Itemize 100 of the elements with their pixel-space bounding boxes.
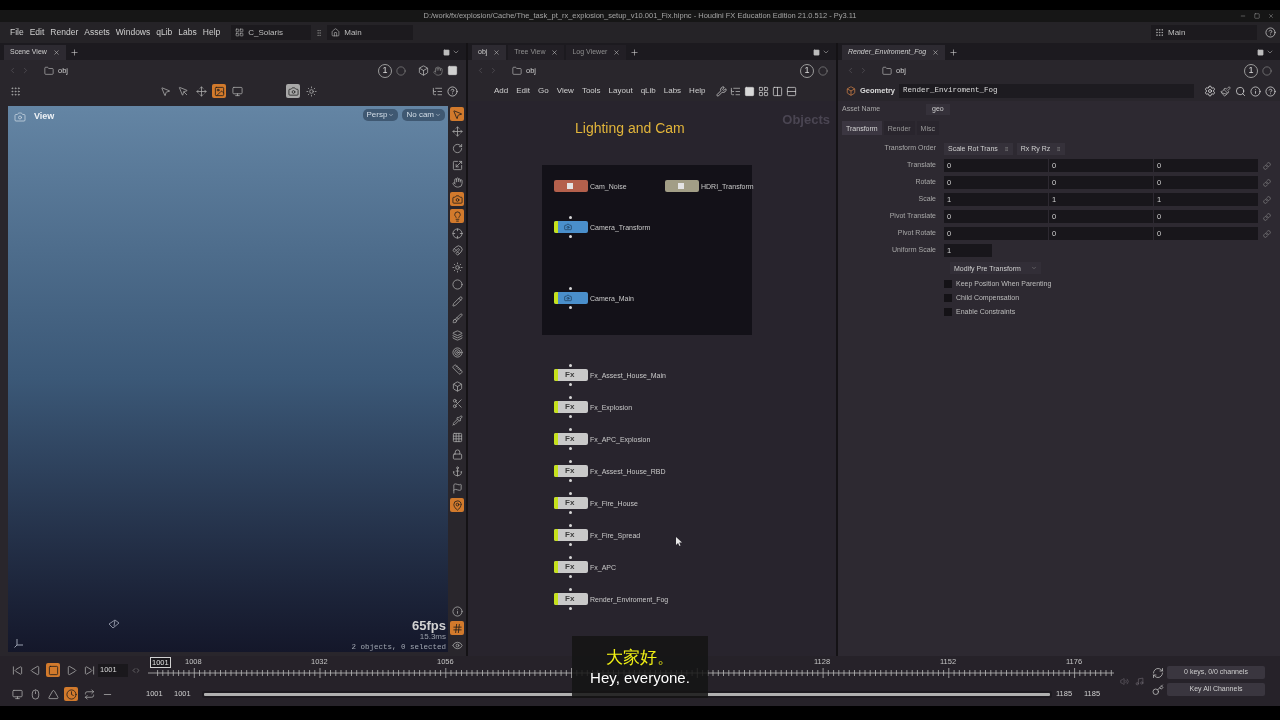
caret-icon[interactable]: [452, 48, 460, 56]
pane-menu-icon[interactable]: [813, 49, 820, 56]
sun-icon[interactable]: [304, 84, 318, 98]
network-node[interactable]: [665, 180, 699, 192]
square-icon[interactable]: [743, 85, 755, 97]
scale-icon[interactable]: [450, 158, 464, 172]
stage-selector[interactable]: Main: [327, 25, 414, 40]
camera-source-menu[interactable]: No cam: [402, 109, 445, 121]
menu-item[interactable]: Edit: [512, 87, 535, 95]
rows-icon[interactable]: [785, 85, 797, 97]
music-icon[interactable]: [1135, 676, 1144, 686]
pipette-icon[interactable]: [450, 413, 464, 427]
menu-item[interactable]: Render: [47, 28, 82, 37]
triangle-icon[interactable]: [46, 687, 60, 701]
layers-icon[interactable]: [450, 328, 464, 342]
checkbox[interactable]: [944, 308, 952, 316]
close-icon[interactable]: [613, 49, 621, 56]
caret-icon[interactable]: [1266, 48, 1274, 56]
monitor-icon[interactable]: [10, 687, 24, 701]
camera-icon[interactable]: [450, 192, 464, 206]
skip-back-icon[interactable]: [10, 663, 24, 677]
network-node[interactable]: [554, 221, 588, 233]
pane-menu-icon[interactable]: [1257, 49, 1264, 56]
grid-icon[interactable]: [450, 430, 464, 444]
scissors-icon[interactable]: [450, 396, 464, 410]
menu-item[interactable]: Tools: [577, 87, 605, 95]
add-tab-icon[interactable]: [630, 48, 640, 57]
grip-icon[interactable]: [315, 27, 324, 38]
caret-icon[interactable]: [822, 48, 830, 56]
pin-icon[interactable]: [450, 498, 464, 512]
display-flag-icon[interactable]: [554, 561, 558, 573]
menu-item[interactable]: Assets: [81, 28, 113, 37]
checkbox[interactable]: [944, 294, 952, 302]
flag-icon[interactable]: [450, 481, 464, 495]
close-icon[interactable]: [52, 49, 60, 56]
sun-icon[interactable]: [450, 260, 464, 274]
link-icon[interactable]: [1263, 229, 1271, 238]
target-icon[interactable]: [450, 345, 464, 359]
pencil-icon[interactable]: [450, 294, 464, 308]
network-node[interactable]: Fx: [554, 401, 588, 413]
menu-item[interactable]: File: [7, 28, 27, 37]
display-flag-icon[interactable]: [554, 401, 558, 413]
link-icon[interactable]: [1263, 161, 1271, 170]
help-icon[interactable]: [1265, 27, 1276, 38]
gear-icon[interactable]: [1204, 85, 1216, 97]
lightbulb-icon[interactable]: [450, 209, 464, 223]
checkbox[interactable]: [944, 280, 952, 288]
pointer-icon[interactable]: [176, 84, 190, 98]
display-flag-icon[interactable]: [554, 465, 558, 477]
cube-icon[interactable]: [418, 65, 429, 76]
menu-item[interactable]: Windows: [112, 28, 154, 37]
context-selector[interactable]: Main: [1151, 25, 1257, 40]
close-icon[interactable]: [1268, 13, 1274, 19]
menu-item[interactable]: Layout: [604, 87, 637, 95]
image-icon[interactable]: [212, 84, 226, 98]
hand-icon[interactable]: [433, 65, 443, 76]
hand-icon[interactable]: [450, 175, 464, 189]
network-node[interactable]: Fx: [554, 497, 588, 509]
brush-icon[interactable]: [450, 311, 464, 325]
display-flag-icon[interactable]: [554, 593, 558, 605]
close-icon[interactable]: [932, 49, 940, 56]
network-node[interactable]: [554, 180, 588, 192]
display-flag-icon[interactable]: [554, 292, 558, 304]
skip-forward-icon[interactable]: [82, 663, 96, 677]
network-node[interactable]: Fx: [554, 593, 588, 605]
square-icon[interactable]: [447, 65, 458, 76]
step-back-icon[interactable]: [28, 663, 42, 677]
menu-item[interactable]: Help: [685, 87, 710, 95]
menu-item[interactable]: View: [552, 87, 578, 95]
add-tab-icon[interactable]: [949, 48, 959, 57]
menu-item[interactable]: Edit: [26, 28, 48, 37]
network-node[interactable]: [554, 292, 588, 304]
menu-item[interactable]: qLib: [153, 28, 176, 37]
layout-icon[interactable]: [757, 85, 769, 97]
ruler-icon[interactable]: [450, 362, 464, 376]
pane-menu-icon[interactable]: [443, 49, 450, 56]
menu-item[interactable]: Add: [490, 87, 513, 95]
search-icon[interactable]: [1235, 85, 1246, 97]
close-icon[interactable]: [551, 49, 559, 56]
display-flag-icon[interactable]: [554, 369, 558, 381]
stop-icon[interactable]: [46, 663, 60, 677]
magnet-icon[interactable]: [450, 243, 464, 257]
network-node[interactable]: Fx: [554, 529, 588, 541]
menu-item[interactable]: qLib: [636, 87, 660, 95]
menu-item[interactable]: Labs: [175, 28, 200, 37]
move-icon[interactable]: [450, 124, 464, 138]
maximize-icon[interactable]: [1254, 13, 1260, 19]
menu-item[interactable]: Help: [199, 28, 224, 37]
tree-icon[interactable]: [432, 85, 443, 97]
repeat-icon[interactable]: [82, 687, 96, 701]
menu-item[interactable]: Labs: [659, 87, 686, 95]
display-flag-icon[interactable]: [554, 433, 558, 445]
grip-icon[interactable]: [8, 84, 22, 98]
columns-icon[interactable]: [771, 85, 783, 97]
anchor-icon[interactable]: [450, 464, 464, 478]
ring-icon[interactable]: [1262, 65, 1272, 76]
network-node[interactable]: Fx: [554, 433, 588, 445]
network-node[interactable]: Fx: [554, 561, 588, 573]
camera-icon[interactable]: [286, 84, 300, 98]
link-icon[interactable]: [1263, 178, 1271, 187]
